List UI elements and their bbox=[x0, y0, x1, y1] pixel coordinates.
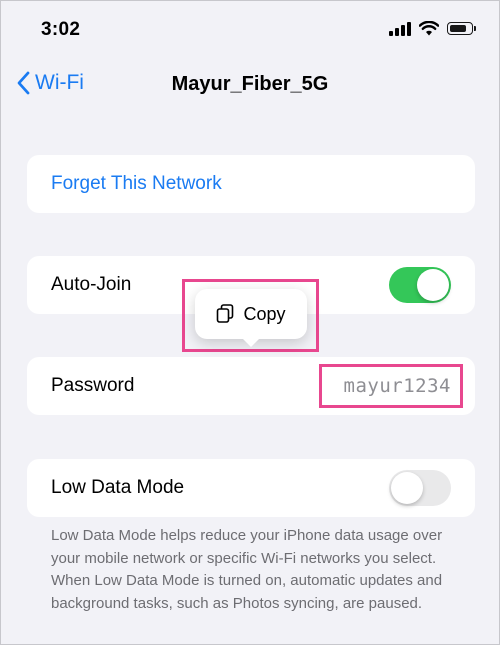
low-data-mode-label: Low Data Mode bbox=[51, 477, 185, 498]
auto-join-toggle[interactable] bbox=[389, 267, 451, 303]
forget-network-label: Forget This Network bbox=[51, 173, 222, 194]
low-data-mode-toggle[interactable] bbox=[389, 470, 451, 506]
copy-label: Copy bbox=[243, 303, 286, 324]
toggle-knob bbox=[417, 269, 449, 301]
low-data-mode-row: Low Data Mode bbox=[27, 459, 475, 517]
password-value[interactable]: mayur1234 bbox=[344, 375, 451, 397]
toggle-knob bbox=[391, 472, 423, 504]
settings-screen: 3:02 Wi-Fi Mayur_Fiber_5G Forget This Ne… bbox=[0, 0, 500, 645]
page-title: Mayur_Fiber_5G bbox=[171, 73, 329, 95]
password-label: Password bbox=[51, 375, 135, 396]
copy-button[interactable]: Copy bbox=[195, 289, 307, 347]
signal-icon bbox=[389, 21, 411, 36]
copy-icon bbox=[217, 304, 234, 323]
auto-join-label: Auto-Join bbox=[51, 274, 132, 295]
forget-network-button[interactable]: Forget This Network bbox=[27, 155, 475, 213]
status-time: 3:02 bbox=[41, 19, 81, 40]
wifi-icon bbox=[419, 21, 439, 36]
battery-icon bbox=[447, 22, 476, 35]
low-data-mode-description: Low Data Mode helps reduce your iPhone d… bbox=[51, 527, 443, 612]
status-icons bbox=[389, 21, 476, 36]
password-row[interactable]: Password mayur1234 bbox=[27, 357, 475, 415]
